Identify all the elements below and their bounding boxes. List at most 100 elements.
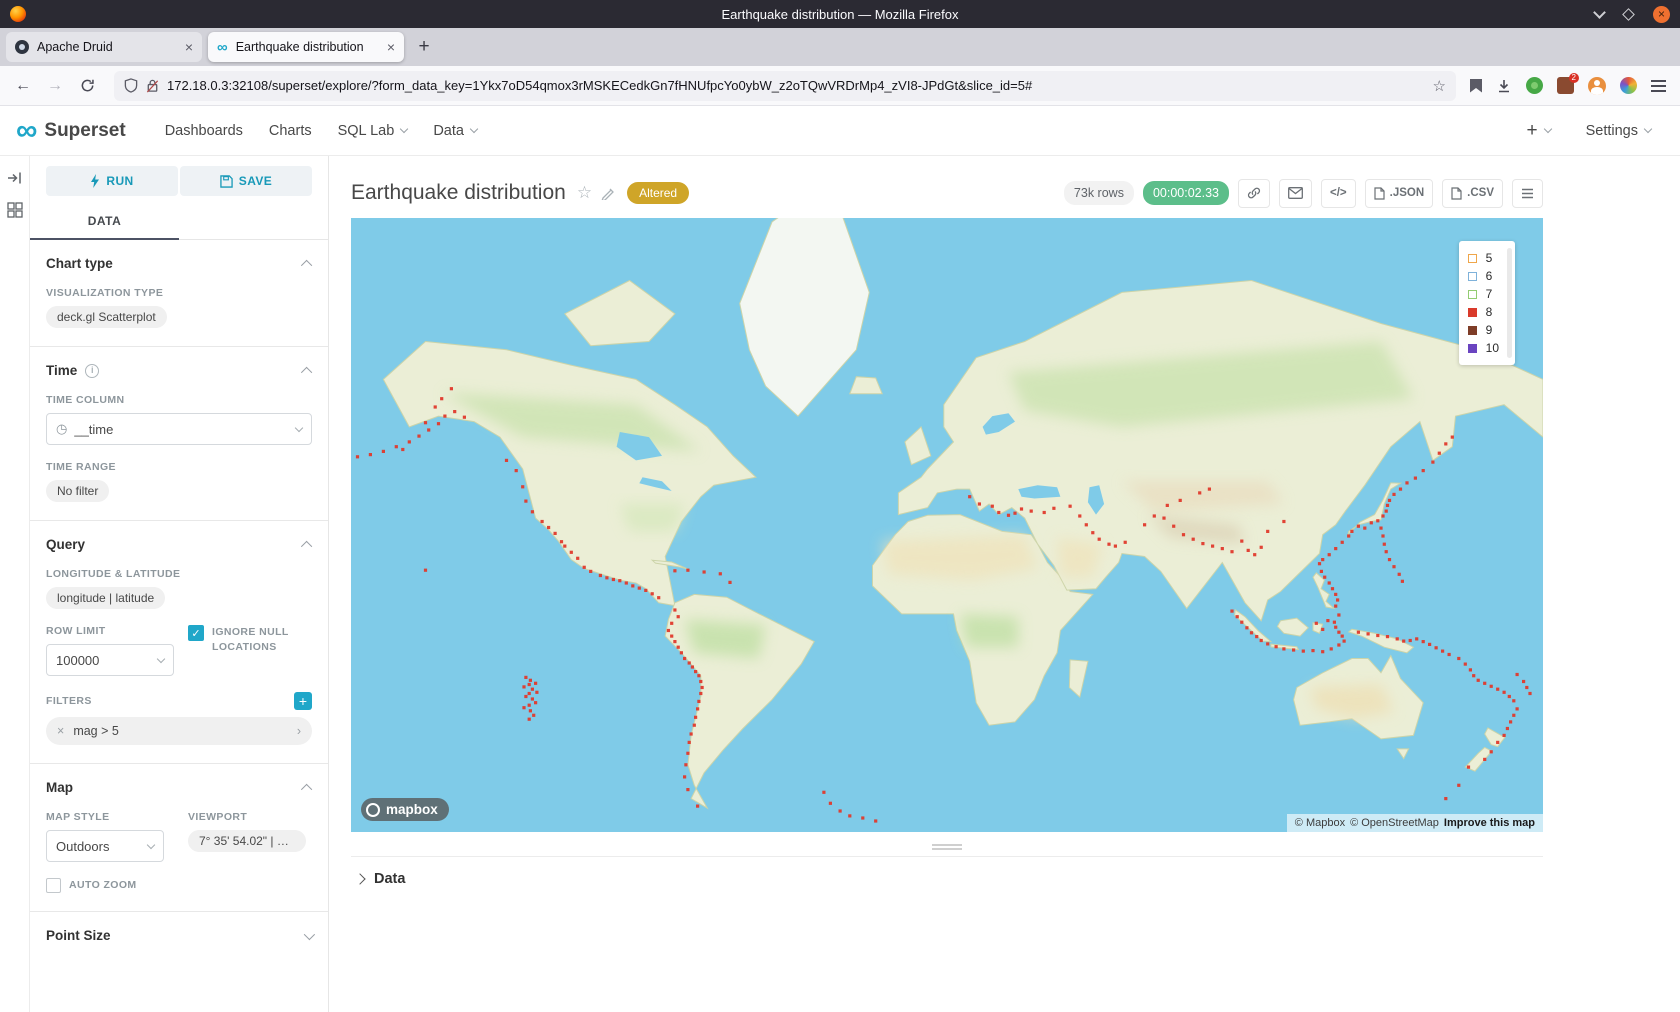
menu-icon[interactable]: [1651, 80, 1666, 92]
browser-tab-earthquake[interactable]: ∞ Earthquake distribution ×: [208, 32, 404, 62]
filter-chip[interactable]: × mag > 5 ›: [46, 717, 312, 745]
legend-label: 6: [1486, 269, 1493, 283]
chevron-down-icon: [157, 654, 165, 662]
window-close-icon[interactable]: ×: [1653, 6, 1670, 23]
browser-tab-druid[interactable]: Apache Druid ×: [6, 32, 202, 62]
altered-badge[interactable]: Altered: [627, 182, 689, 204]
legend-item[interactable]: 5: [1468, 250, 1499, 266]
row-limit-label: ROW LIMIT: [46, 625, 174, 637]
reload-button[interactable]: [74, 73, 100, 99]
tab-data[interactable]: DATA: [30, 204, 179, 238]
data-section-toggle[interactable]: Data: [351, 857, 1543, 887]
chevron-up-icon[interactable]: [301, 540, 312, 551]
lonlat-chip[interactable]: longitude | latitude: [46, 587, 165, 609]
chart-area: Earthquake distribution ☆ Altered 73k ro…: [329, 156, 1543, 1012]
add-filter-button[interactable]: +: [294, 692, 312, 710]
nav-item-dashboards[interactable]: Dashboards: [165, 123, 243, 139]
copy-link-button[interactable]: [1238, 179, 1270, 208]
url-bar[interactable]: 172.18.0.3:32108/superset/explore/?form_…: [114, 71, 1456, 101]
save-button[interactable]: SAVE: [180, 166, 312, 196]
new-tab-button[interactable]: +: [410, 33, 438, 61]
remove-filter-icon[interactable]: ×: [57, 724, 64, 738]
expand-panel-icon[interactable]: [7, 170, 23, 186]
url-text[interactable]: 172.18.0.3:32108/superset/explore/?form_…: [167, 78, 1425, 93]
window-minimize-icon[interactable]: [1593, 6, 1606, 19]
export-json-button[interactable]: .JSON: [1365, 179, 1434, 208]
legend-swatch: [1468, 308, 1477, 317]
chevron-up-icon[interactable]: [301, 366, 312, 377]
embed-code-button[interactable]: </>: [1321, 179, 1356, 208]
account-avatar[interactable]: [1588, 77, 1606, 95]
section-title: Query: [46, 537, 85, 552]
legend-swatch: [1468, 290, 1477, 299]
export-csv-button[interactable]: .CSV: [1442, 179, 1503, 208]
chevron-down-icon: [470, 125, 478, 133]
back-button[interactable]: ←: [10, 73, 36, 99]
tab-close-icon[interactable]: ×: [387, 39, 395, 55]
legend-item[interactable]: 6: [1468, 268, 1499, 284]
nav-item-charts[interactable]: Charts: [269, 123, 312, 139]
viz-type-chip[interactable]: deck.gl Scatterplot: [46, 306, 167, 328]
bookmark-star-icon[interactable]: ☆: [1433, 77, 1446, 95]
auto-zoom-checkbox[interactable]: [46, 878, 61, 893]
new-item-button[interactable]: +: [1526, 120, 1550, 142]
extension-pinwheel-icon[interactable]: [1620, 77, 1637, 94]
section-title: Map: [46, 780, 73, 795]
favorite-star-icon[interactable]: ☆: [577, 183, 592, 203]
chart-title: Earthquake distribution: [351, 181, 566, 205]
nav-item-data[interactable]: Data: [433, 123, 477, 139]
settings-menu[interactable]: Settings: [1586, 123, 1651, 139]
extension-green-icon[interactable]: [1526, 77, 1543, 94]
legend-scrollbar[interactable]: [1507, 248, 1512, 358]
left-rail: [0, 156, 30, 1012]
chevron-down-icon[interactable]: [304, 929, 315, 940]
superset-logo[interactable]: ∞ Superset: [16, 116, 126, 146]
map-style-label: MAP STYLE: [46, 811, 174, 823]
chevron-down-icon: [1644, 125, 1652, 133]
improve-map-link[interactable]: Improve this map: [1444, 817, 1535, 829]
chevron-up-icon[interactable]: [301, 783, 312, 794]
time-range-chip[interactable]: No filter: [46, 480, 109, 502]
tab-close-icon[interactable]: ×: [185, 39, 193, 55]
hamburger-icon: [1521, 188, 1534, 199]
link-icon: [1247, 186, 1261, 200]
email-button[interactable]: [1279, 179, 1312, 208]
row-limit-select[interactable]: 100000: [46, 644, 174, 676]
legend-item[interactable]: 10: [1468, 340, 1499, 356]
envelope-icon: [1288, 187, 1303, 199]
chevron-up-icon[interactable]: [301, 259, 312, 270]
time-column-select[interactable]: ◷ __time: [46, 413, 312, 445]
downloads-icon[interactable]: [1496, 78, 1512, 94]
section-map: Map MAP STYLE Outdoors VIEWPORT 7° 35' 5…: [30, 763, 328, 911]
edit-title-icon[interactable]: [601, 186, 615, 200]
row-count-badge: 73k rows: [1064, 181, 1134, 205]
legend-swatch: [1468, 326, 1477, 335]
resize-handle[interactable]: [932, 844, 962, 850]
nav-item-sql-lab[interactable]: SQL Lab: [338, 123, 408, 139]
forward-button[interactable]: →: [42, 73, 68, 99]
map-visualization[interactable]: 5678910 mapbox © Mapbox © OpenStreetMap …: [351, 218, 1543, 832]
chart-menu-button[interactable]: [1512, 179, 1543, 208]
pocket-icon[interactable]: [1470, 79, 1482, 93]
legend-item[interactable]: 8: [1468, 304, 1499, 320]
lonlat-label: LONGITUDE & LATITUDE: [46, 568, 312, 580]
chevron-down-icon: [147, 840, 155, 848]
attribution-osm-link[interactable]: © OpenStreetMap: [1350, 817, 1439, 829]
mapbox-logo[interactable]: mapbox: [361, 798, 449, 821]
ignore-null-label: IGNORE NULL LOCATIONS: [212, 625, 298, 655]
legend-item[interactable]: 7: [1468, 286, 1499, 302]
map-canvas[interactable]: [351, 218, 1543, 832]
ignore-null-checkbox[interactable]: ✓: [188, 625, 204, 641]
attribution-mapbox-link[interactable]: © Mapbox: [1295, 817, 1345, 829]
map-legend: 5 6 7 8 9 10: [1459, 241, 1515, 365]
filter-text: mag > 5: [73, 724, 288, 738]
window-maximize-icon[interactable]: [1622, 8, 1635, 21]
viewport-chip[interactable]: 7° 35' 54.02" | 31...: [188, 830, 306, 852]
section-point-size: Point Size: [30, 911, 328, 961]
dataset-grid-icon[interactable]: [7, 202, 23, 218]
mapbox-circle-icon: [366, 803, 380, 817]
extension-badged-icon[interactable]: 2: [1557, 77, 1574, 94]
legend-item[interactable]: 9: [1468, 322, 1499, 338]
map-style-select[interactable]: Outdoors: [46, 830, 164, 862]
run-button[interactable]: RUN: [46, 166, 178, 196]
